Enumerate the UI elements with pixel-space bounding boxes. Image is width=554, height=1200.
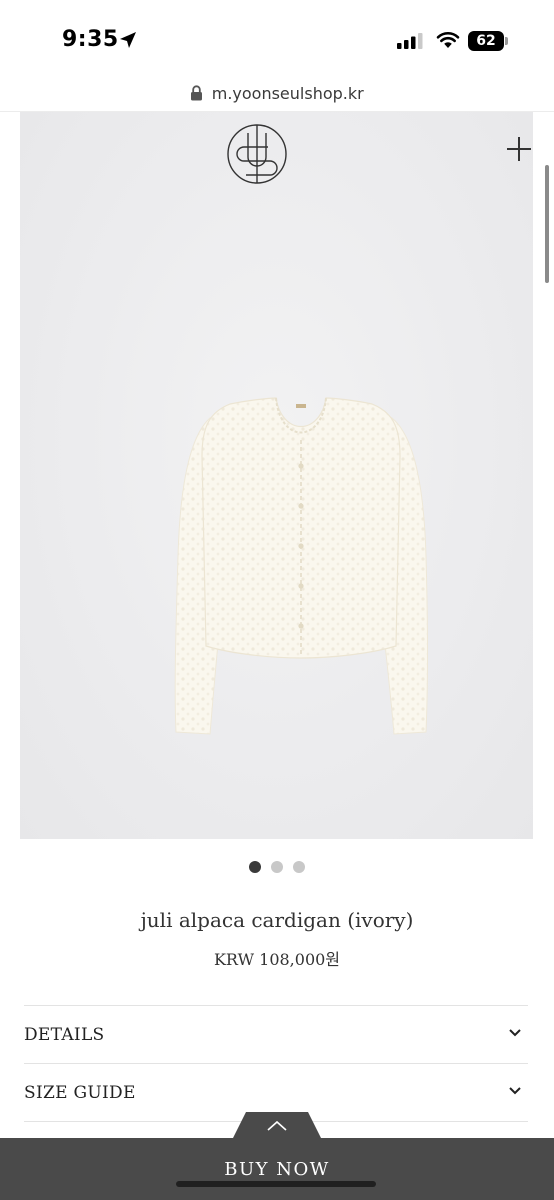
buy-now-button[interactable]: BUY NOW (0, 1159, 554, 1180)
carousel-dot-1[interactable] (249, 861, 261, 873)
buy-panel-toggle[interactable] (232, 1112, 322, 1140)
chevron-down-icon (509, 1029, 521, 1037)
lock-icon (191, 85, 203, 101)
status-time: 9:35 (62, 27, 119, 52)
url-text: m.yoonseulshop.kr (211, 84, 364, 103)
accordion-details[interactable]: DETAILS (24, 1005, 528, 1063)
carousel-dot-2[interactable] (271, 861, 283, 873)
accordion-size-guide-label: SIZE GUIDE (24, 1083, 136, 1103)
product-price: KRW 108,000원 (213, 950, 341, 969)
cellular-signal-icon (397, 33, 423, 49)
location-arrow-icon (120, 32, 136, 48)
address-bar[interactable]: m.yoonseulshop.kr (0, 78, 554, 112)
accordion-details-label: DETAILS (24, 1025, 105, 1045)
battery-level: 62 (476, 33, 496, 49)
cardigan-photo (174, 397, 428, 735)
home-indicator[interactable] (176, 1181, 376, 1187)
battery-icon: 62 (468, 31, 508, 51)
plus-icon[interactable] (506, 136, 532, 162)
carousel-dot-3[interactable] (293, 861, 305, 873)
page-scrollbar[interactable] (545, 165, 549, 283)
product-title: juli alpaca cardigan (ivory) (140, 908, 414, 932)
carousel-dots (0, 860, 554, 874)
product-image[interactable] (20, 112, 533, 839)
wifi-icon (436, 32, 460, 48)
chevron-down-icon (509, 1087, 521, 1095)
status-bar: 9:35 62 (0, 0, 554, 78)
brand-logo[interactable] (226, 123, 288, 185)
